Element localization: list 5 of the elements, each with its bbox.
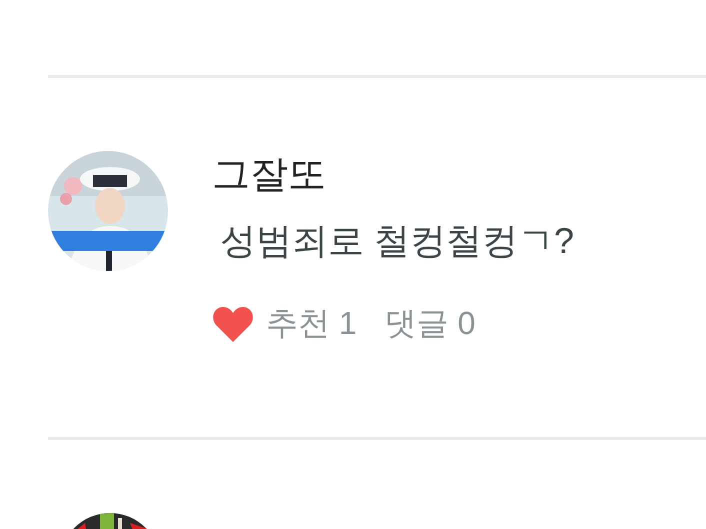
heart-icon[interactable] bbox=[212, 304, 254, 343]
reply-count[interactable]: 댓글 0 bbox=[384, 302, 476, 346]
author-name: 그잘또 bbox=[212, 155, 327, 197]
comment-text: 성범죄로 철컹철컹ㄱ? bbox=[220, 218, 574, 262]
like-count: 추천 1 bbox=[266, 304, 357, 343]
